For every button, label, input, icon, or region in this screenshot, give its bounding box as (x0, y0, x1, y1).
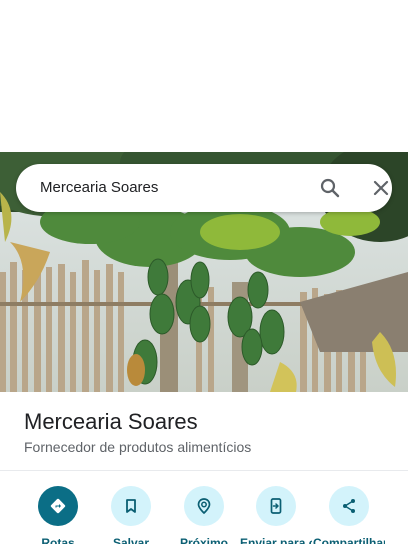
close-icon[interactable] (369, 176, 393, 200)
nearby-icon (184, 486, 224, 526)
place-category: Fornecedor de produtos alimentícios (24, 439, 252, 455)
search-bar[interactable]: Mercearia Soares (16, 164, 392, 212)
send-to-phone-icon (256, 486, 296, 526)
divider (0, 470, 408, 471)
place-title: Mercearia Soares (24, 409, 198, 434)
directions-icon (38, 486, 78, 526)
search-icon[interactable] (318, 176, 342, 200)
action-label: Próximo (179, 536, 228, 544)
share-button[interactable]: Compartilhar (313, 486, 385, 544)
action-label: Enviar para o smartphone (240, 536, 312, 544)
bookmark-icon (111, 486, 151, 526)
send-to-phone-button[interactable]: Enviar para o smartphone (240, 486, 312, 544)
directions-button[interactable]: Rotas (22, 486, 94, 544)
nearby-button[interactable]: Próximo (168, 486, 240, 544)
save-button[interactable]: Salvar (95, 486, 167, 544)
action-label: Salvar (112, 536, 150, 544)
action-label: Compartilhar (313, 536, 385, 544)
share-icon (329, 486, 369, 526)
action-label: Rotas (41, 536, 75, 544)
place-info: Mercearia Soares Fornecedor de produtos … (24, 406, 394, 456)
search-input[interactable]: Mercearia Soares (40, 164, 158, 212)
